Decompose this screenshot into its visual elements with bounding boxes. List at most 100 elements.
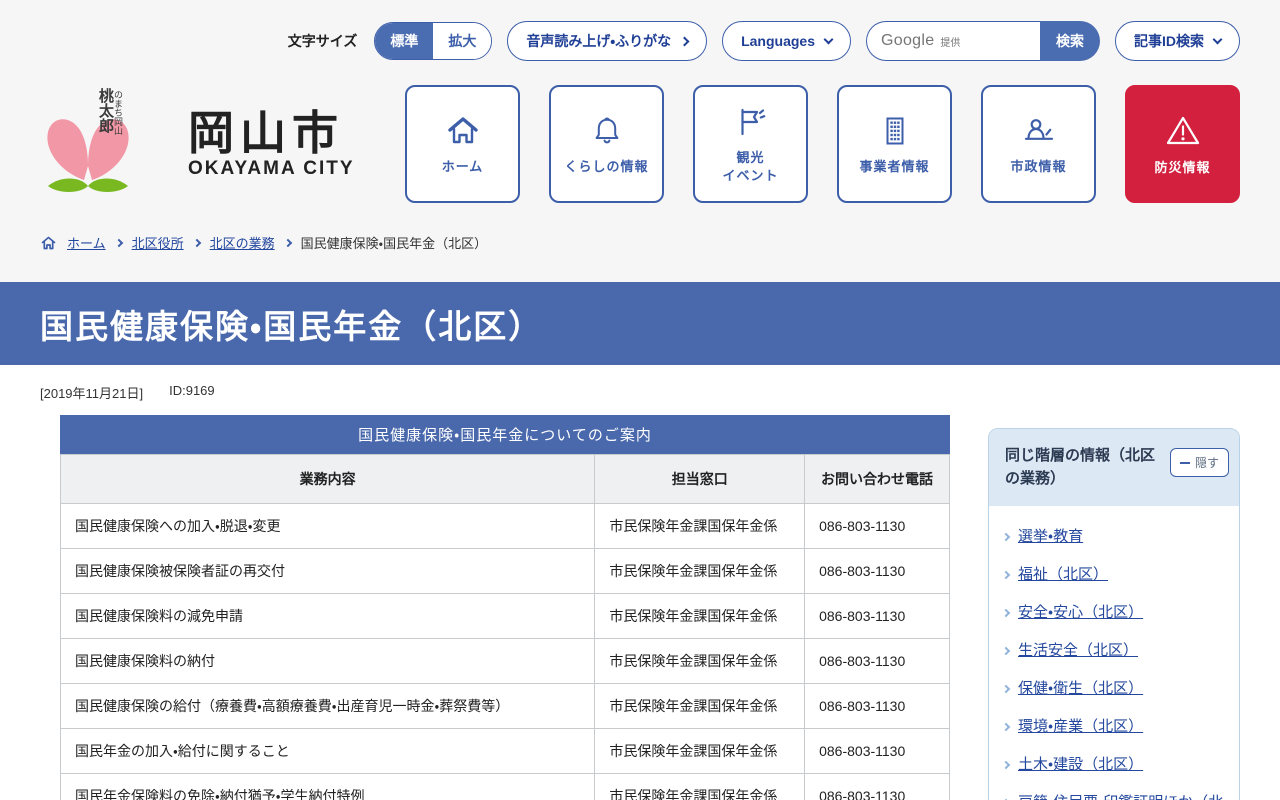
phone-cell: 086-803-1130 bbox=[805, 549, 950, 594]
list-item: 土木・建設（北区） bbox=[1003, 754, 1225, 775]
sidebar-item-safety-security[interactable]: 安全・安心（北区） bbox=[1018, 602, 1143, 623]
table-row: 国民健康保険の給付（療養費・高額療養費・出産育児一時金・葬祭費等） 市民保険年金… bbox=[61, 684, 950, 729]
chevron-right-icon bbox=[1002, 646, 1010, 654]
table-row: 国民健康保険への加入・脱退・変更 市民保険年金課国保年金係 086-803-11… bbox=[61, 504, 950, 549]
logo-tagline-sub: のまち岡山 bbox=[113, 90, 122, 135]
article-id: ID:9169 bbox=[169, 383, 215, 402]
task-cell: 国民健康保険の給付（療養費・高額療養費・出産育児一時金・葬祭費等） bbox=[61, 684, 595, 729]
global-nav: ホーム くらしの情報 観光 イベント bbox=[405, 85, 1240, 203]
search-input[interactable]: Google 提供 bbox=[866, 21, 1040, 61]
phone-cell: 086-803-1130 bbox=[805, 774, 950, 800]
phone-cell: 086-803-1130 bbox=[805, 684, 950, 729]
task-cell: 国民健康保険への加入・脱退・変更 bbox=[61, 504, 595, 549]
list-item: 選挙・教育 bbox=[1003, 526, 1225, 547]
list-item: 環境・産業（北区） bbox=[1003, 716, 1225, 737]
table-row: 国民健康保険被保険者証の再交付 市民保険年金課国保年金係 086-803-113… bbox=[61, 549, 950, 594]
chevron-right-icon bbox=[1002, 722, 1010, 730]
nav-business-info-button[interactable]: 事業者情報 bbox=[837, 85, 952, 203]
speech-furigana-label: 音声読み上げ・ふりがな bbox=[526, 31, 671, 51]
phone-cell: 086-803-1130 bbox=[805, 504, 950, 549]
phone-cell: 086-803-1130 bbox=[805, 594, 950, 639]
site-header: 文字サイズ 標準 拡大 音声読み上げ・ふりがな Languages Google… bbox=[0, 0, 1280, 282]
nav-city-gov-button[interactable]: 市政情報 bbox=[981, 85, 1096, 203]
sidebar-item-civil-construction[interactable]: 土木・建設（北区） bbox=[1018, 754, 1143, 775]
sidebar-item-family-register[interactable]: 戸籍・住民票・印鑑証明ほか（北区） bbox=[1018, 792, 1225, 800]
phone-cell: 086-803-1130 bbox=[805, 639, 950, 684]
list-item: 戸籍・住民票・印鑑証明ほか（北区） bbox=[1003, 792, 1225, 800]
sidebar-item-environment-industry[interactable]: 環境・産業（北区） bbox=[1018, 716, 1143, 737]
breadcrumb-home-link[interactable]: ホーム bbox=[67, 233, 106, 252]
desk-cell: 市民保険年金課国保年金係 bbox=[595, 594, 805, 639]
breadcrumb-kita-ward-services-link[interactable]: 北区の業務 bbox=[210, 233, 275, 252]
warning-icon bbox=[1163, 112, 1203, 150]
city-name-en: OKAYAMA CITY bbox=[188, 158, 355, 180]
nav-tourism-events-label: 観光 イベント bbox=[722, 149, 778, 184]
same-level-info-sidebar: 同じ階層の情報（北区の業務） 隠す 選挙・教育 福祉（北区） 安全・安心（北区）… bbox=[988, 428, 1240, 800]
font-size-large-button[interactable]: 拡大 bbox=[433, 23, 491, 59]
task-cell: 国民年金保険料の免除・納付猶予・学生納付特例 bbox=[61, 774, 595, 800]
nav-home-button[interactable]: ホーム bbox=[405, 85, 520, 203]
desk-cell: 市民保険年金課国保年金係 bbox=[595, 729, 805, 774]
font-size-toggle: 標準 拡大 bbox=[374, 22, 492, 60]
desk-cell: 市民保険年金課国保年金係 bbox=[595, 504, 805, 549]
site-logo[interactable]: 桃太郎 のまち岡山 岡山市 OKAYAMA CITY bbox=[40, 88, 355, 200]
logo-tagline: 桃太郎 のまち岡山 bbox=[98, 88, 190, 135]
page-title: 国民健康保険・国民年金（北区） bbox=[40, 300, 543, 348]
chevron-right-icon bbox=[1002, 570, 1010, 578]
font-size-standard-button[interactable]: 標準 bbox=[375, 23, 433, 59]
chevron-right-icon bbox=[114, 238, 122, 246]
sidebar-hide-label: 隠す bbox=[1195, 454, 1219, 471]
building-icon bbox=[877, 113, 913, 149]
phone-cell: 086-803-1130 bbox=[805, 729, 950, 774]
nav-city-gov-label: 市政情報 bbox=[1010, 158, 1066, 176]
logo-tagline-main: 桃太郎 bbox=[98, 88, 113, 135]
peach-logo: 桃太郎 のまち岡山 bbox=[40, 88, 160, 200]
sidebar-title: 同じ階層の情報（北区の業務） bbox=[1005, 444, 1162, 491]
sidebar-item-health-hygiene[interactable]: 保健・衛生（北区） bbox=[1018, 678, 1143, 699]
google-provided-label: 提供 bbox=[940, 34, 960, 49]
task-cell: 国民年金の加入・給付に関すること bbox=[61, 729, 595, 774]
minus-icon bbox=[1180, 462, 1190, 464]
sidebar-item-welfare[interactable]: 福祉（北区） bbox=[1018, 564, 1108, 585]
nav-business-info-label: 事業者情報 bbox=[859, 158, 929, 176]
bell-icon bbox=[589, 113, 625, 149]
speech-furigana-button[interactable]: 音声読み上げ・ふりがな bbox=[507, 21, 707, 61]
sidebar-item-daily-life-safety[interactable]: 生活安全（北区） bbox=[1018, 640, 1138, 661]
page-title-banner: 国民健康保険・国民年金（北区） bbox=[0, 282, 1280, 365]
column-header-task: 業務内容 bbox=[61, 455, 595, 504]
nav-tourism-events-button[interactable]: 観光 イベント bbox=[693, 85, 808, 203]
list-item: 保健・衛生（北区） bbox=[1003, 678, 1225, 699]
chevron-right-icon bbox=[1002, 532, 1010, 540]
chevron-right-icon bbox=[680, 36, 690, 46]
city-name-jp: 岡山市 bbox=[188, 108, 355, 159]
flag-icon bbox=[733, 104, 769, 140]
home-icon bbox=[445, 113, 481, 149]
top-utility-bar: 文字サイズ 標準 拡大 音声読み上げ・ふりがな Languages Google… bbox=[0, 0, 1280, 61]
task-cell: 国民健康保険料の減免申請 bbox=[61, 594, 595, 639]
nav-disaster-info-button[interactable]: 防災情報 bbox=[1125, 85, 1240, 203]
article-id-search-button[interactable]: 記事ID検索 bbox=[1115, 21, 1240, 61]
article-id-search-label: 記事ID検索 bbox=[1134, 31, 1204, 51]
nav-living-info-button[interactable]: くらしの情報 bbox=[549, 85, 664, 203]
chevron-right-icon bbox=[1002, 760, 1010, 768]
article-column: [2019年11月21日] ID:9169 国民健康保険・国民年金についてのご案… bbox=[40, 383, 950, 800]
search-button[interactable]: 検索 bbox=[1040, 21, 1100, 61]
desk-cell: 市民保険年金課国保年金係 bbox=[595, 684, 805, 729]
chevron-right-icon bbox=[1002, 608, 1010, 616]
table-row: 国民健康保険料の納付 市民保険年金課国保年金係 086-803-1130 bbox=[61, 639, 950, 684]
article-meta: [2019年11月21日] ID:9169 bbox=[40, 383, 950, 402]
city-name: 岡山市 OKAYAMA CITY bbox=[188, 108, 355, 181]
font-size-label: 文字サイズ bbox=[288, 31, 358, 51]
languages-button[interactable]: Languages bbox=[722, 21, 851, 61]
breadcrumb-kita-ward-office-link[interactable]: 北区役所 bbox=[132, 233, 184, 252]
sidebar-hide-button[interactable]: 隠す bbox=[1170, 448, 1229, 477]
list-item: 安全・安心（北区） bbox=[1003, 602, 1225, 623]
task-cell: 国民健康保険被保険者証の再交付 bbox=[61, 549, 595, 594]
table-header-row: 業務内容 担当窓口 お問い合わせ電話 bbox=[61, 455, 950, 504]
chevron-right-icon bbox=[283, 238, 291, 246]
sidebar-item-election-education[interactable]: 選挙・教育 bbox=[1018, 526, 1083, 547]
nav-disaster-info-label: 防災情報 bbox=[1154, 159, 1210, 177]
home-icon bbox=[40, 235, 57, 251]
nav-home-label: ホーム bbox=[442, 158, 484, 176]
table-row: 国民年金保険料の免除・納付猶予・学生納付特例 市民保険年金課国保年金係 086-… bbox=[61, 774, 950, 800]
